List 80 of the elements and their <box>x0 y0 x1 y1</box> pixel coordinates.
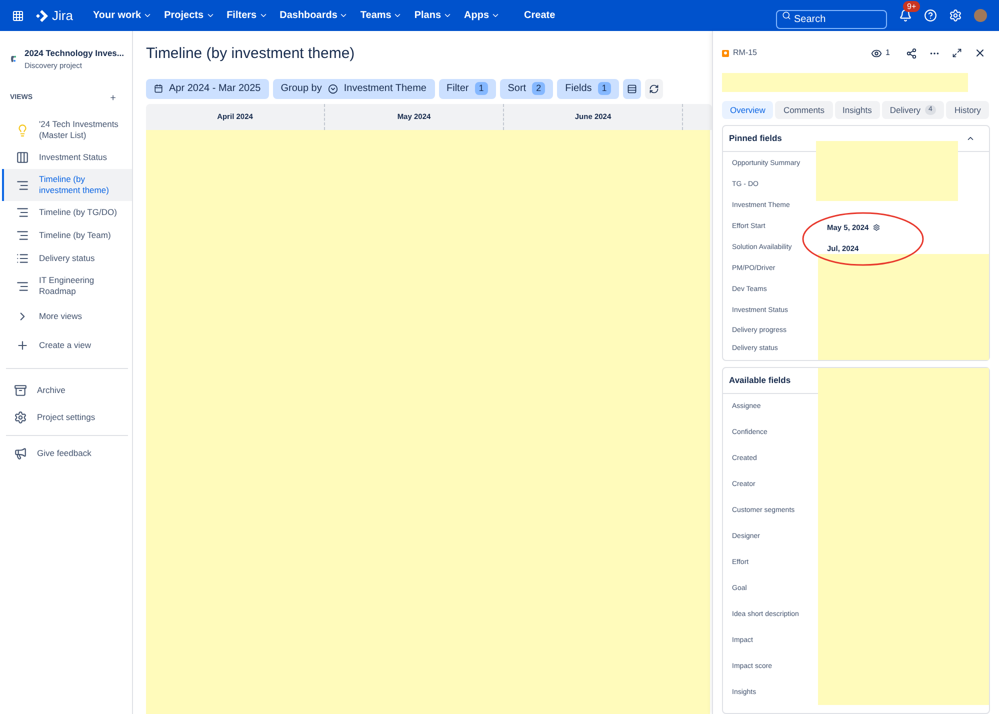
expand-icon[interactable] <box>952 48 962 58</box>
count-badge: 1 <box>598 82 611 96</box>
sidebar-item[interactable]: More views <box>2 305 132 328</box>
caret-icon <box>206 11 215 20</box>
settings-icon[interactable] <box>949 9 962 22</box>
nav-menu-item[interactable]: Teams <box>360 8 402 23</box>
app-grid-icon[interactable] <box>12 10 24 22</box>
chevron-up-icon <box>966 134 975 143</box>
board-icon <box>16 151 29 164</box>
sidebar-item[interactable]: Timeline (by investment theme) <box>2 169 132 201</box>
search-field[interactable]: Search <box>776 10 887 29</box>
timeline-icon <box>16 229 29 242</box>
lightbulb-icon <box>16 124 29 136</box>
nav-menu-item[interactable]: Filters <box>226 8 268 23</box>
close-icon[interactable] <box>974 47 986 59</box>
watcher-count: 1 <box>886 47 890 59</box>
sidebar-item[interactable]: Archive <box>2 377 132 404</box>
caret-icon <box>491 11 500 20</box>
sort-button[interactable]: Sort 2 <box>500 78 554 98</box>
share-icon[interactable] <box>906 48 917 58</box>
caret-icon <box>339 11 348 20</box>
dropdown-icon <box>328 84 338 94</box>
project-name: 2024 Technology Inves... <box>24 47 124 60</box>
sidebar-item[interactable]: Investment Status <box>2 146 132 169</box>
sidebar-item[interactable]: Project settings <box>2 404 132 431</box>
refresh-icon <box>648 84 659 94</box>
filter-button[interactable]: Filter 1 <box>438 78 496 98</box>
page-title: Timeline (by investment theme) <box>146 44 356 64</box>
list-icon <box>16 252 29 265</box>
nav-menu-item[interactable]: Create <box>524 8 556 23</box>
watch-icon[interactable] <box>870 48 882 58</box>
panel-tab[interactable]: Overview <box>722 101 774 119</box>
sidebar-item[interactable]: Delivery status <box>2 247 132 270</box>
notification-count: 9+ <box>903 1 920 12</box>
timeline-icon <box>16 206 29 219</box>
auto-arrange-button[interactable] <box>644 78 663 98</box>
collapse-button[interactable] <box>966 134 975 143</box>
layout-toggle-button[interactable] <box>622 78 641 98</box>
sidebar-item[interactable]: '24 Tech Investments (Master List) <box>2 114 132 146</box>
caret-icon <box>393 11 402 20</box>
nav-menu-item[interactable]: Plans <box>414 8 452 23</box>
sidebar-item[interactable]: Timeline (by Team) <box>2 224 132 247</box>
nav-menu-item[interactable]: Your work <box>92 8 152 23</box>
panel-tab[interactable]: Insights <box>834 101 880 119</box>
section-title: Available fields <box>729 374 791 387</box>
notifications-icon[interactable] <box>899 9 912 22</box>
count-badge: 1 <box>474 82 488 96</box>
date-range-button[interactable]: Apr 2024 - Mar 2025 <box>146 78 269 98</box>
megaphone-icon <box>14 447 27 460</box>
logo-icon <box>36 10 48 22</box>
panel-tab[interactable]: Comments <box>775 101 833 119</box>
sidebar-item[interactable]: Give feedback <box>2 440 132 467</box>
nav-menu-item[interactable]: Apps <box>464 8 500 23</box>
nav-menu-item[interactable]: Dashboards <box>280 8 348 23</box>
settings-icon <box>14 411 27 424</box>
calendar-icon <box>154 84 163 93</box>
plus-icon <box>16 339 29 352</box>
rows-icon <box>626 84 637 94</box>
timeline-icon <box>16 178 29 192</box>
idea-icon <box>722 50 729 56</box>
group-by-button[interactable]: Group by Investment Theme <box>272 78 434 98</box>
caret-icon <box>143 11 152 20</box>
product-name: Jira <box>52 6 73 25</box>
archive-icon <box>14 384 27 397</box>
caret-icon <box>258 11 268 20</box>
add-view-button[interactable]: + <box>110 91 116 106</box>
sidebar-item[interactable]: IT Engineering Roadmap <box>2 270 132 302</box>
timeline-icon <box>16 280 29 292</box>
nav-menu-item[interactable]: Projects <box>164 8 215 23</box>
fields-button[interactable]: Fields 1 <box>557 78 619 98</box>
gear-icon <box>872 224 880 231</box>
search-icon <box>782 11 791 20</box>
panel-tab[interactable]: History <box>946 101 989 119</box>
issue-key[interactable]: RM-15 <box>733 47 758 59</box>
section-title: Pinned fields <box>729 132 782 145</box>
sidebar-item[interactable]: Timeline (by TG/DO) <box>2 201 132 224</box>
count-badge: 2 <box>532 82 546 96</box>
help-icon[interactable] <box>924 9 937 22</box>
caret-icon <box>443 11 452 20</box>
sidebar-item[interactable]: Create a view <box>2 334 132 357</box>
